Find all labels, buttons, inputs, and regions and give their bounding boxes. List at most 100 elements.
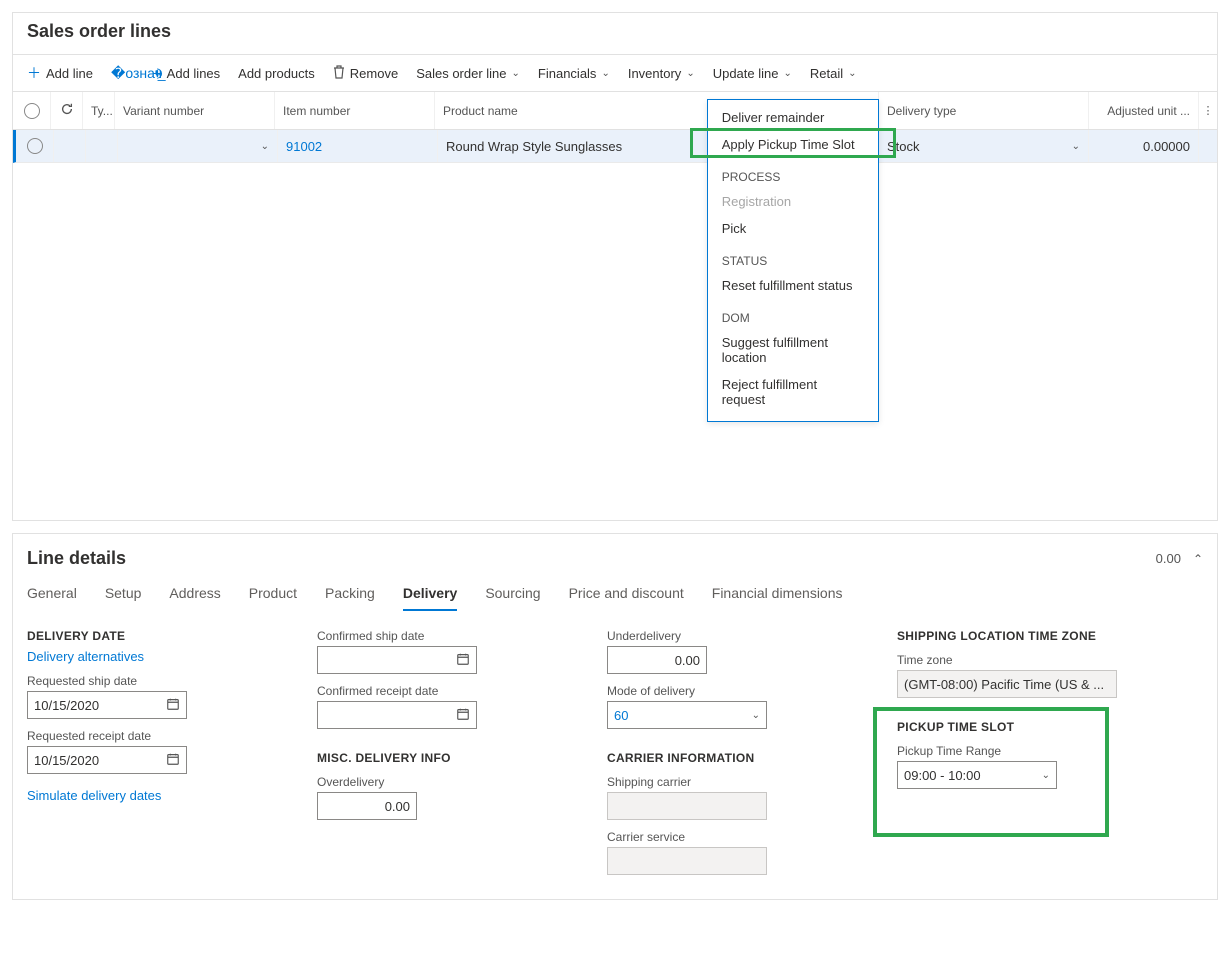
requested-ship-date-input[interactable]: 10/15/2020 <box>27 691 187 719</box>
requested-ship-date-value: 10/15/2020 <box>34 698 99 713</box>
menu-apply-pickup-time-slot[interactable]: Apply Pickup Time Slot <box>708 131 878 158</box>
col-item-number[interactable]: Item number <box>275 92 435 129</box>
line-details-tabs: General Setup Address Product Packing De… <box>13 577 1217 611</box>
tab-address[interactable]: Address <box>169 585 220 611</box>
requested-receipt-date-label: Requested receipt date <box>27 729 257 743</box>
carrier-service-label: Carrier service <box>607 830 837 844</box>
tab-packing[interactable]: Packing <box>325 585 375 611</box>
menu-dom-head: DOM <box>708 299 878 329</box>
grid-row[interactable]: ⌄ 91002 Round Wrap Style Sunglasses Stoc… <box>13 130 1217 163</box>
underdelivery-input[interactable]: 0.00 <box>607 646 707 674</box>
lines-grid: Ty... Variant number Item number Product… <box>13 92 1217 520</box>
calendar-icon[interactable] <box>456 652 470 669</box>
tab-financial-dimensions[interactable]: Financial dimensions <box>712 585 843 611</box>
more-icon: ⋮ <box>1203 109 1214 113</box>
tab-price-discount[interactable]: Price and discount <box>569 585 684 611</box>
menu-process-head: PROCESS <box>708 158 878 188</box>
row-item-number[interactable]: 91002 <box>278 130 438 162</box>
requested-receipt-date-value: 10/15/2020 <box>34 753 99 768</box>
misc-delivery-head: MISC. DELIVERY INFO <box>317 751 547 765</box>
carrier-info-head: CARRIER INFORMATION <box>607 751 837 765</box>
col-overflow[interactable]: ⋮ <box>1199 92 1217 129</box>
menu-status-head: STATUS <box>708 242 878 272</box>
tab-product[interactable]: Product <box>249 585 297 611</box>
mode-of-delivery-input[interactable]: 60 ⌄ <box>607 701 767 729</box>
row-variant[interactable]: ⌄ <box>118 130 278 162</box>
chevron-down-icon: ⌄ <box>261 141 269 152</box>
add-lines-button[interactable]: �означ ⨮ +̲ Add lines <box>111 63 220 83</box>
confirmed-ship-date-input[interactable] <box>317 646 477 674</box>
remove-button[interactable]: Remove <box>333 63 398 83</box>
refresh-cell[interactable] <box>51 92 83 129</box>
underdelivery-section: Underdelivery 0.00 Mode of delivery 60 ⌄… <box>607 629 837 875</box>
row-select[interactable] <box>16 130 54 162</box>
delivery-date-head: DELIVERY DATE <box>27 629 257 643</box>
update-line-label: Update line <box>713 66 779 81</box>
row-overflow <box>1199 130 1217 162</box>
overdelivery-input[interactable]: 0.00 <box>317 792 417 820</box>
mode-of-delivery-value[interactable]: 60 <box>614 708 628 723</box>
add-products-label: Add products <box>238 66 315 81</box>
pickup-time-range-value: 09:00 - 10:00 <box>904 768 981 783</box>
row-spacer <box>54 130 86 162</box>
row-delivery-type[interactable]: Stock ⌄ <box>879 130 1089 162</box>
remove-label: Remove <box>350 66 398 81</box>
col-variant[interactable]: Variant number <box>115 92 275 129</box>
confirmed-receipt-date-input[interactable] <box>317 701 477 729</box>
delivery-alternatives-link[interactable]: Delivery alternatives <box>27 649 257 664</box>
shipping-tz-head: SHIPPING LOCATION TIME ZONE <box>897 629 1127 643</box>
retail-label: Retail <box>810 66 843 81</box>
collapse-icon[interactable]: ⌃ <box>1193 552 1203 566</box>
add-products-button[interactable]: Add products <box>238 63 315 83</box>
plus-icon: ＋ <box>27 63 41 83</box>
tab-sourcing[interactable]: Sourcing <box>485 585 540 611</box>
select-all-cell[interactable] <box>13 92 51 129</box>
time-zone-input: (GMT-08:00) Pacific Time (US & ... <box>897 670 1117 698</box>
pickup-time-range-input[interactable]: 09:00 - 10:00 ⌄ <box>897 761 1057 789</box>
col-delivery-type[interactable]: Delivery type <box>879 92 1089 129</box>
tab-setup[interactable]: Setup <box>105 585 142 611</box>
chevron-down-icon[interactable]: ⌄ <box>1042 770 1050 781</box>
panel-title: Sales order lines <box>13 13 1217 55</box>
update-line-menu[interactable]: Update line ⌄ Deliver remainder Apply Pi… <box>713 63 792 83</box>
underdelivery-value: 0.00 <box>675 653 700 668</box>
menu-reject-fulfillment-request[interactable]: Reject fulfillment request <box>708 371 878 413</box>
simulate-delivery-dates-link[interactable]: Simulate delivery dates <box>27 788 257 803</box>
time-zone-value: (GMT-08:00) Pacific Time (US & ... <box>904 677 1104 692</box>
retail-menu[interactable]: Retail ⌄ <box>810 63 857 83</box>
overdelivery-value: 0.00 <box>385 799 410 814</box>
col-adjusted-unit[interactable]: Adjusted unit ... <box>1089 92 1199 129</box>
chevron-down-icon: ⌄ <box>512 68 520 79</box>
confirmed-receipt-date-label: Confirmed receipt date <box>317 684 547 698</box>
carrier-service-input <box>607 847 767 875</box>
chevron-down-icon: ⌄ <box>601 68 609 79</box>
calendar-icon[interactable] <box>456 707 470 724</box>
calendar-icon[interactable] <box>166 752 180 769</box>
financials-menu[interactable]: Financials ⌄ <box>538 63 610 83</box>
inventory-menu[interactable]: Inventory ⌄ <box>628 63 695 83</box>
tab-general[interactable]: General <box>27 585 77 611</box>
circle-icon <box>27 138 43 154</box>
sales-order-line-menu[interactable]: Sales order line ⌄ <box>416 63 520 83</box>
menu-pick[interactable]: Pick <box>708 215 878 242</box>
underdelivery-label: Underdelivery <box>607 629 837 643</box>
menu-deliver-remainder[interactable]: Deliver remainder <box>708 104 878 131</box>
menu-reset-fulfillment-status[interactable]: Reset fulfillment status <box>708 272 878 299</box>
menu-suggest-fulfillment-location[interactable]: Suggest fulfillment location <box>708 329 878 371</box>
refresh-icon <box>60 102 74 119</box>
inventory-label: Inventory <box>628 66 681 81</box>
row-adjusted: 0.00000 <box>1089 130 1199 162</box>
line-details-header: Line details 0.00 ⌃ <box>13 534 1217 577</box>
col-type[interactable]: Ty... <box>83 92 115 129</box>
add-line-button[interactable]: ＋ Add line <box>27 63 93 83</box>
requested-receipt-date-input[interactable]: 10/15/2020 <box>27 746 187 774</box>
tab-delivery[interactable]: Delivery <box>403 585 457 611</box>
calendar-icon[interactable] <box>166 697 180 714</box>
grid-header-row: Ty... Variant number Item number Product… <box>13 92 1217 130</box>
menu-registration: Registration <box>708 188 878 215</box>
line-details-panel: Line details 0.00 ⌃ General Setup Addres… <box>12 533 1218 900</box>
plus-icon2: +̲ <box>153 65 161 81</box>
chevron-down-icon: ⌄ <box>686 68 694 79</box>
mode-of-delivery-label: Mode of delivery <box>607 684 837 698</box>
chevron-down-icon[interactable]: ⌄ <box>752 710 760 721</box>
